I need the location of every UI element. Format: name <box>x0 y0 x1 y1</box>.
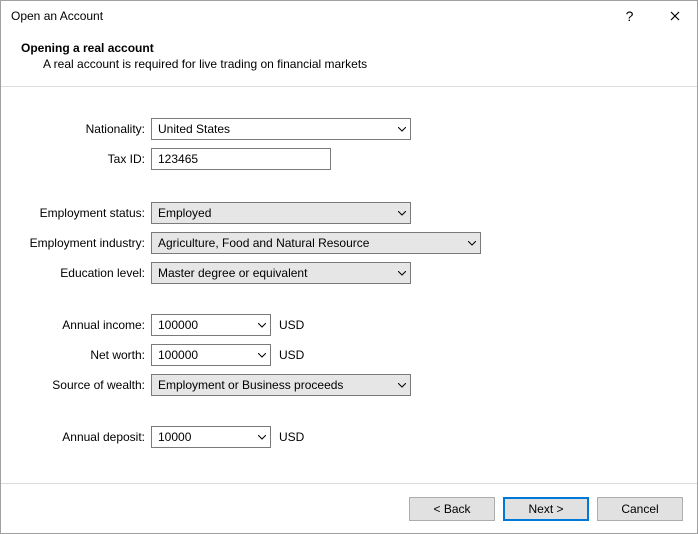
close-icon <box>670 9 680 24</box>
button-bar: < Back Next > Cancel <box>1 483 697 533</box>
next-button[interactable]: Next > <box>503 497 589 521</box>
annual-deposit-label: Annual deposit: <box>21 430 151 444</box>
source-of-wealth-value: Employment or Business proceeds <box>152 375 393 395</box>
chevron-down-icon <box>253 345 270 365</box>
annual-deposit-value: 10000 <box>152 427 253 447</box>
nationality-combo[interactable]: United States <box>151 118 411 140</box>
back-button[interactable]: < Back <box>409 497 495 521</box>
net-worth-combo[interactable]: 100000 <box>151 344 271 366</box>
net-worth-value: 100000 <box>152 345 253 365</box>
cancel-button[interactable]: Cancel <box>597 497 683 521</box>
source-of-wealth-label: Source of wealth: <box>21 378 151 392</box>
annual-deposit-unit: USD <box>279 430 304 444</box>
employment-industry-label: Employment industry: <box>21 236 151 250</box>
net-worth-label: Net worth: <box>21 348 151 362</box>
titlebar: Open an Account ? <box>1 1 697 31</box>
help-icon: ? <box>626 8 634 24</box>
annual-income-value: 100000 <box>152 315 253 335</box>
close-button[interactable] <box>652 1 697 31</box>
dialog-header: Opening a real account A real account is… <box>1 31 697 86</box>
tax-id-label: Tax ID: <box>21 152 151 166</box>
employment-status-combo[interactable]: Employed <box>151 202 411 224</box>
window-title: Open an Account <box>11 9 607 23</box>
employment-industry-value: Agriculture, Food and Natural Resource <box>152 233 463 253</box>
chevron-down-icon <box>393 263 410 283</box>
employment-industry-combo[interactable]: Agriculture, Food and Natural Resource <box>151 232 481 254</box>
source-of-wealth-combo[interactable]: Employment or Business proceeds <box>151 374 411 396</box>
education-level-combo[interactable]: Master degree or equivalent <box>151 262 411 284</box>
nationality-label: Nationality: <box>21 122 151 136</box>
employment-status-value: Employed <box>152 203 393 223</box>
form-area: Nationality: United States Tax ID: Emplo… <box>1 87 697 483</box>
header-title: Opening a real account <box>21 41 681 55</box>
chevron-down-icon <box>393 119 410 139</box>
tax-id-input[interactable] <box>151 148 331 170</box>
chevron-down-icon <box>253 427 270 447</box>
employment-status-label: Employment status: <box>21 206 151 220</box>
education-level-label: Education level: <box>21 266 151 280</box>
annual-income-label: Annual income: <box>21 318 151 332</box>
header-subtitle: A real account is required for live trad… <box>21 55 681 74</box>
chevron-down-icon <box>463 233 480 253</box>
net-worth-unit: USD <box>279 348 304 362</box>
dialog-open-an-account: Open an Account ? Opening a real account… <box>0 0 698 534</box>
annual-deposit-combo[interactable]: 10000 <box>151 426 271 448</box>
help-button[interactable]: ? <box>607 1 652 31</box>
education-level-value: Master degree or equivalent <box>152 263 393 283</box>
chevron-down-icon <box>393 375 410 395</box>
chevron-down-icon <box>393 203 410 223</box>
chevron-down-icon <box>253 315 270 335</box>
annual-income-combo[interactable]: 100000 <box>151 314 271 336</box>
nationality-value: United States <box>152 119 393 139</box>
annual-income-unit: USD <box>279 318 304 332</box>
